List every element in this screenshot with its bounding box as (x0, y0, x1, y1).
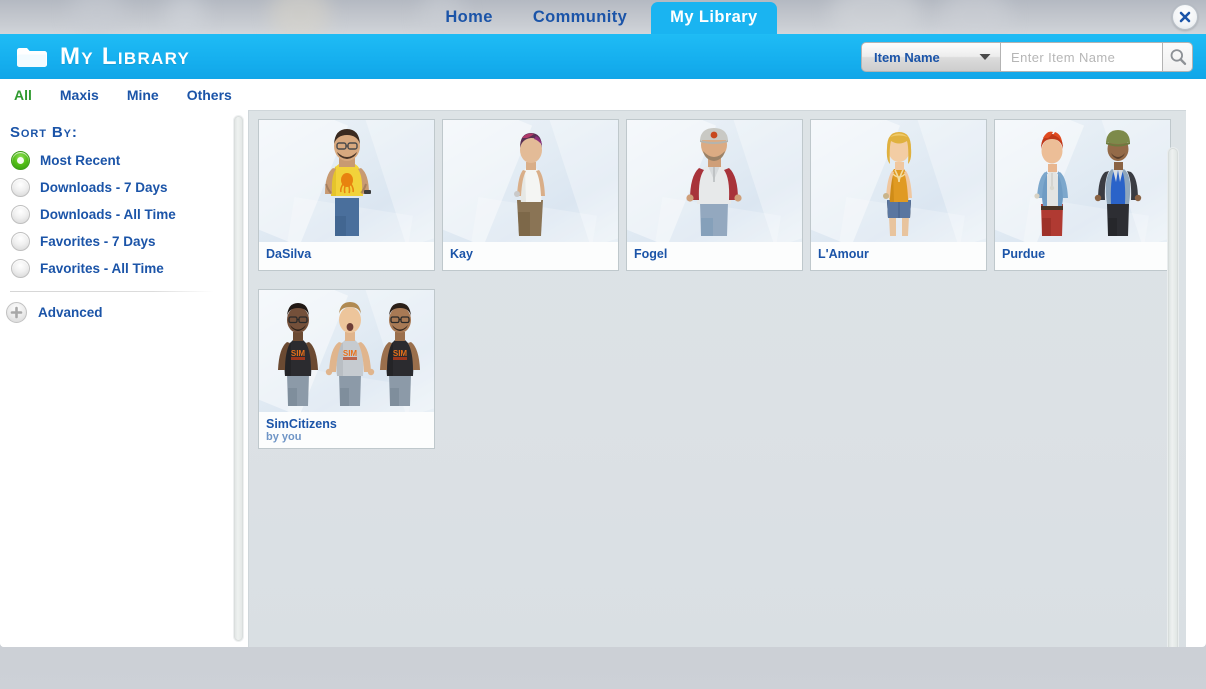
item-title: Kay (450, 247, 473, 261)
sort-option-downloads-7-days[interactable]: Downloads - 7 Days (0, 174, 232, 201)
plus-icon (10, 306, 23, 319)
nav-tab-my-library[interactable]: My Library (651, 2, 777, 34)
item-subtitle: by you (266, 431, 302, 443)
sim-figure (325, 129, 371, 236)
sort-option-label: Downloads - 7 Days (40, 180, 168, 195)
sidebar-scrollbar[interactable] (233, 115, 244, 642)
item-title: L'Amour (818, 247, 869, 261)
filter-tab-maxis[interactable]: Maxis (46, 87, 113, 103)
sort-option-favorites-7-days[interactable]: Favorites - 7 Days (0, 228, 232, 255)
svg-text:SIM: SIM (291, 349, 306, 358)
page-header: My Library Item Name (0, 34, 1206, 79)
sim-figure (1094, 130, 1142, 236)
radio-icon (11, 259, 30, 278)
items-grid: DaSilva Kay Fogel L'Amour Purdue SIM SIM… (249, 111, 1186, 458)
nav-tab-home[interactable]: Home (429, 3, 508, 34)
item-card[interactable]: Purdue (994, 119, 1171, 271)
sort-option-favorites-all-time[interactable]: Favorites - All Time (0, 255, 232, 282)
sort-option-label: Downloads - All Time (40, 207, 176, 222)
item-caption: Fogel (627, 242, 802, 270)
item-title: DaSilva (266, 247, 312, 261)
items-scrollbar-thumb[interactable] (1168, 148, 1178, 647)
close-button[interactable] (1172, 4, 1198, 30)
filter-tab-all[interactable]: All (0, 87, 46, 103)
sim-figure (686, 128, 742, 236)
item-card[interactable]: DaSilva (258, 119, 435, 271)
svg-text:SIM: SIM (393, 349, 408, 358)
sidebar-divider (10, 291, 214, 292)
item-thumbnail (259, 120, 434, 242)
content-panel: All Maxis Mine Others Sort By: Most Rece… (0, 79, 1206, 647)
item-title: Fogel (634, 247, 668, 261)
item-caption: L'Amour (811, 242, 986, 270)
radio-icon (11, 205, 30, 224)
sim-figure (514, 133, 545, 236)
item-card[interactable]: SIM SIM SIM SimCitizens by you (258, 289, 435, 449)
sort-option-label: Favorites - 7 Days (40, 234, 156, 249)
sort-option-downloads-all-time[interactable]: Downloads - All Time (0, 201, 232, 228)
item-thumbnail (443, 120, 618, 242)
advanced-filters-button[interactable]: Advanced (0, 302, 232, 323)
item-caption: SimCitizens by you (259, 412, 434, 448)
item-title: SimCitizens (266, 417, 337, 431)
search-button[interactable] (1163, 42, 1193, 72)
filter-tab-mine[interactable]: Mine (113, 87, 173, 103)
search-icon (1170, 49, 1186, 65)
radio-icon (11, 232, 30, 251)
item-thumbnail: SIM SIM SIM (259, 290, 434, 412)
item-caption: Kay (443, 242, 618, 270)
item-card[interactable]: Fogel (626, 119, 803, 271)
page-title: My Library (60, 42, 191, 70)
svg-text:SIM: SIM (343, 349, 358, 358)
items-area: DaSilva Kay Fogel L'Amour Purdue SIM SIM… (248, 110, 1186, 647)
radio-icon (11, 178, 30, 197)
sort-option-most-recent[interactable]: Most Recent (0, 147, 232, 174)
search-bar: Item Name (861, 42, 1193, 72)
radio-icon-selected (11, 151, 30, 170)
items-scrollbar[interactable] (1167, 147, 1179, 647)
sim-figure: SIM (380, 303, 420, 406)
sim-figure (883, 132, 912, 236)
item-thumbnail (995, 120, 1170, 242)
sort-sidebar: Sort By: Most Recent Downloads - 7 Days … (0, 110, 232, 647)
search-category-label: Item Name (874, 49, 940, 65)
sim-figure (1034, 131, 1068, 236)
sort-by-heading: Sort By: (10, 124, 78, 141)
chevron-down-icon (979, 54, 991, 60)
item-card[interactable]: L'Amour (810, 119, 987, 271)
filter-tab-bar: All Maxis Mine Others (0, 79, 1206, 110)
close-icon (1179, 11, 1191, 23)
search-category-dropdown[interactable]: Item Name (861, 42, 1001, 72)
plus-circle-icon (6, 302, 27, 323)
nav-tab-community[interactable]: Community (517, 3, 643, 34)
main-nav-tabs: Home Community My Library (0, 0, 1206, 34)
advanced-label: Advanced (38, 305, 103, 320)
filter-tab-others[interactable]: Others (173, 87, 246, 103)
item-caption: Purdue (995, 242, 1170, 270)
search-input[interactable] (1001, 42, 1163, 72)
sidebar-scrollbar-thumb[interactable] (234, 116, 243, 641)
item-title: Purdue (1002, 247, 1046, 261)
sort-option-label: Favorites - All Time (40, 261, 164, 276)
sort-option-label: Most Recent (40, 153, 121, 168)
item-thumbnail (627, 120, 802, 242)
item-caption: DaSilva (259, 242, 434, 270)
item-card[interactable]: Kay (442, 119, 619, 271)
item-thumbnail (811, 120, 986, 242)
folder-icon (17, 47, 47, 67)
